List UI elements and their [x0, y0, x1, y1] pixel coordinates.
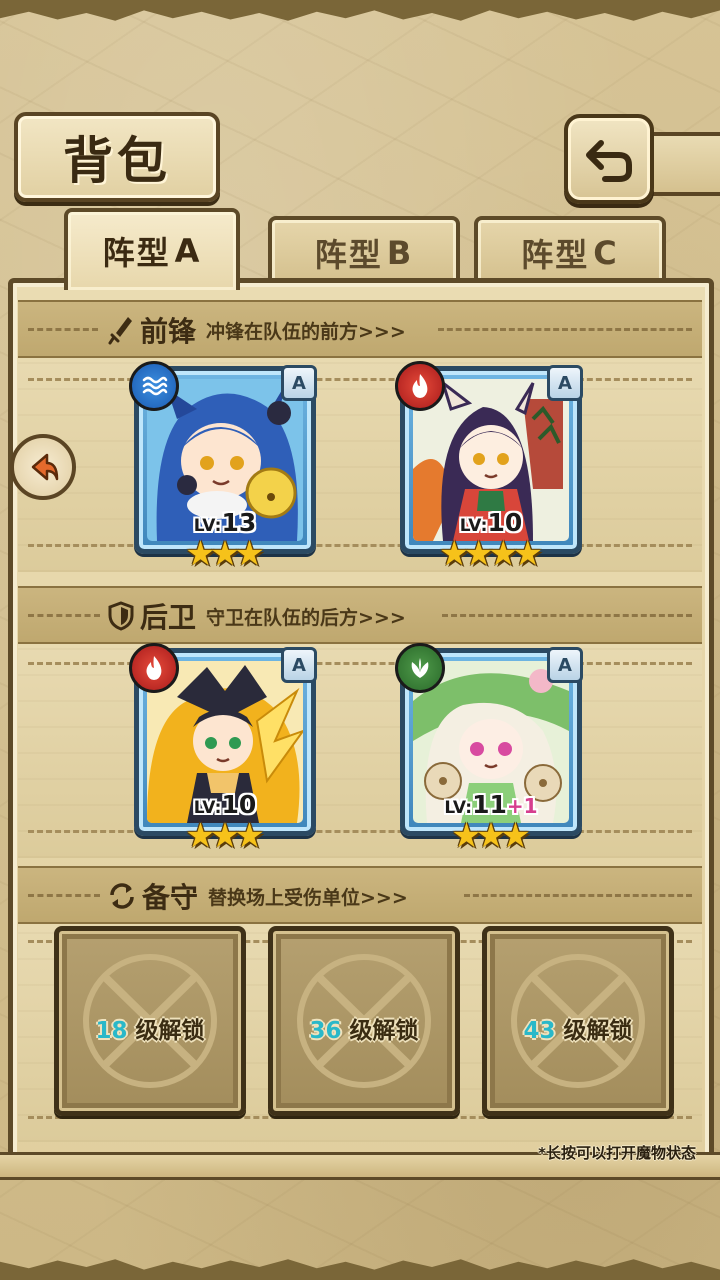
- shield-icon: [108, 601, 134, 631]
- fire-icon: [412, 374, 428, 398]
- section-front-subtitle: 冲锋在队伍的前方>>>: [206, 320, 406, 343]
- section-front-header: 前锋 冲锋在队伍的前方>>>: [18, 300, 702, 358]
- section-front-title: 前锋: [140, 315, 197, 348]
- unit-level: LV:13: [193, 508, 257, 537]
- sword-icon: [108, 317, 132, 345]
- front-row-area: [18, 354, 702, 572]
- star-rating: ★ ★ ★ ★: [405, 537, 577, 571]
- section-front-title-group: 前锋 冲锋在队伍的前方>>>: [108, 310, 406, 350]
- water-element-badge: [129, 361, 179, 411]
- tab-label: 阵型: [521, 236, 590, 274]
- unit-level: LV:10: [193, 790, 257, 819]
- star-icon: ★: [500, 816, 531, 856]
- prev-page-button[interactable]: [10, 434, 76, 500]
- rank-badge: A: [281, 365, 317, 401]
- tab-formation-a[interactable]: 阵型 A: [64, 208, 240, 290]
- unit-level: LV:10: [459, 508, 523, 537]
- fire-element-badge: [129, 643, 179, 693]
- star-icon: ★: [234, 534, 265, 574]
- leaf-icon: [411, 658, 429, 678]
- section-rear-header: 后卫 守卫在队伍的后方>>>: [18, 586, 702, 644]
- tab-formation-b[interactable]: 阵型 B: [268, 216, 460, 286]
- water-icon: [142, 376, 168, 396]
- section-reserve-title: 备守: [142, 881, 199, 914]
- section-rear-subtitle: 守卫在队伍的后方>>>: [206, 606, 406, 629]
- unit-card-rear-1[interactable]: A LV:10 ★ ★ ★: [129, 643, 317, 853]
- swap-icon: [110, 883, 134, 909]
- unit-level: LV:11+1: [444, 790, 538, 819]
- unlock-requirement: 43 级解锁: [523, 1018, 633, 1044]
- tab-label: 阵型: [102, 234, 171, 272]
- star-rating: ★ ★ ★: [405, 819, 577, 853]
- rank-badge: A: [547, 365, 583, 401]
- star-icon: ★: [512, 534, 543, 574]
- unit-card-rear-2[interactable]: A LV:11+1 ★ ★ ★: [395, 643, 583, 853]
- rear-row-area: [18, 640, 702, 858]
- long-press-hint: *长按可以打开魔物状态: [538, 1144, 696, 1162]
- return-icon: [586, 140, 632, 182]
- unlock-requirement: 18 级解锁: [95, 1018, 205, 1044]
- page-title: 背包: [63, 131, 171, 190]
- reserve-slot-1-locked[interactable]: 18 级解锁: [54, 926, 246, 1116]
- section-rear-title-group: 后卫 守卫在队伍的后方>>>: [108, 596, 406, 636]
- section-reserve-header: 备守 替换场上受伤单位>>>: [18, 866, 702, 924]
- reserve-slot-3-locked[interactable]: 43 级解锁: [482, 926, 674, 1116]
- unlock-requirement: 36 级解锁: [309, 1018, 419, 1044]
- section-reserve-subtitle: 替换场上受伤单位>>>: [208, 886, 408, 909]
- fire-element-badge: [395, 361, 445, 411]
- tab-formation-c[interactable]: 阵型 C: [474, 216, 666, 286]
- arrow-left-icon: [31, 453, 59, 481]
- tab-label: 阵型: [314, 236, 383, 274]
- back-button[interactable]: [564, 114, 654, 204]
- tab-letter: B: [386, 234, 414, 272]
- page-title-plate: 背包: [14, 112, 220, 202]
- tab-letter: C: [593, 234, 619, 272]
- fire-icon: [146, 656, 162, 680]
- unit-card-front-2[interactable]: A LV:10 ★ ★ ★ ★: [395, 361, 583, 571]
- rank-badge: A: [281, 647, 317, 683]
- reserve-slot-2-locked[interactable]: 36 级解锁: [268, 926, 460, 1116]
- unit-card-front-1[interactable]: A LV:13 ★ ★ ★: [129, 361, 317, 571]
- star-rating: ★ ★ ★: [139, 819, 311, 853]
- star-rating: ★ ★ ★: [139, 537, 311, 571]
- section-reserve-title-group: 备守 替换场上受伤单位>>>: [108, 876, 408, 916]
- rank-badge: A: [547, 647, 583, 683]
- star-icon: ★: [234, 816, 265, 856]
- wood-element-badge: [395, 643, 445, 693]
- section-rear-title: 后卫: [140, 601, 197, 634]
- tab-letter: A: [174, 232, 202, 270]
